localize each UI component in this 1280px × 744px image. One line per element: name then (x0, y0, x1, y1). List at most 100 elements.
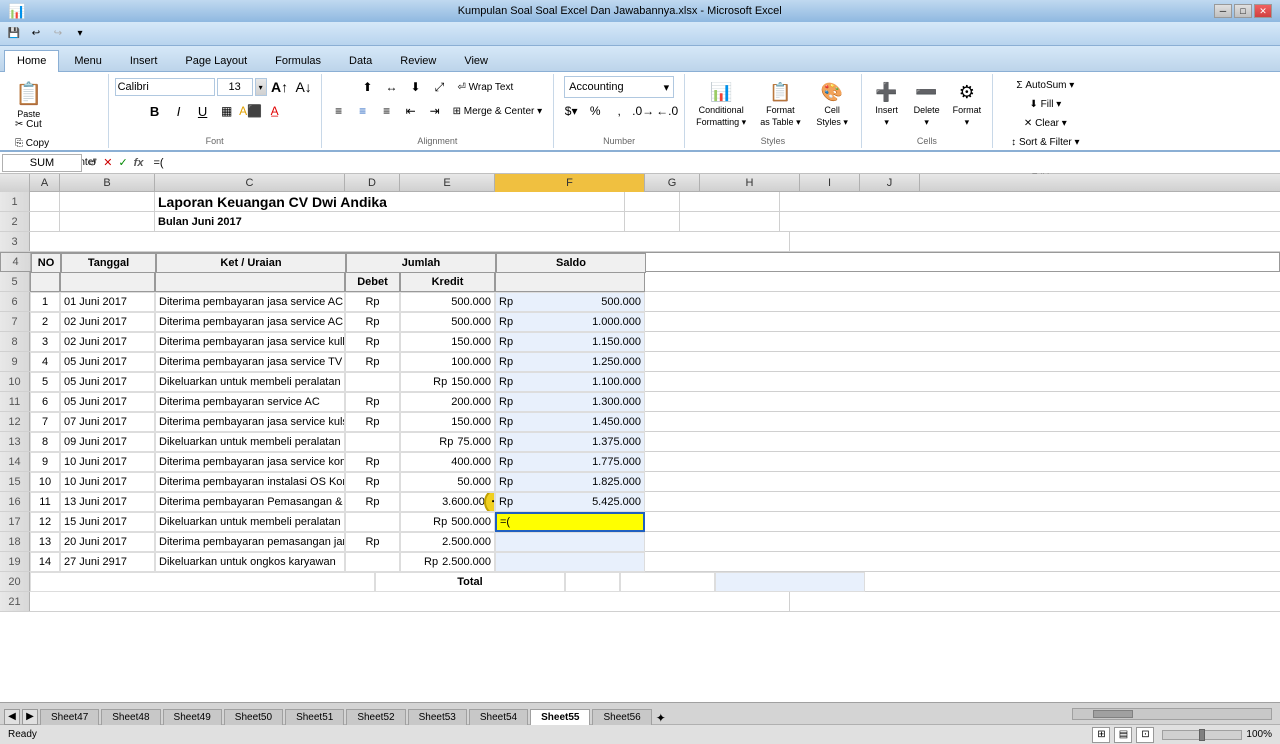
format-button[interactable]: ⚙ Format ▾ (948, 77, 987, 133)
cell-no[interactable]: 10 (30, 472, 60, 492)
cell-drp[interactable]: Rp (345, 412, 400, 432)
cell-debet[interactable]: 500.000 (400, 312, 495, 332)
cell-h1[interactable] (680, 192, 780, 212)
cell-saldo[interactable]: Rp1.450.000 (495, 412, 645, 432)
cell-drp[interactable] (345, 552, 400, 572)
h-scroll-thumb[interactable] (1093, 710, 1133, 718)
row-num[interactable]: 12 (0, 412, 30, 431)
cell-no[interactable]: 14 (30, 552, 60, 572)
cell-tanggal[interactable]: 07 Juni 2017 (60, 412, 155, 432)
cell-c5[interactable] (155, 272, 345, 292)
row-num[interactable]: 5 (0, 272, 30, 291)
cell-ket[interactable]: Dikeluarkan untuk membeli peralatan serv… (155, 432, 345, 452)
row-num[interactable]: 13 (0, 432, 30, 451)
cell-kredit[interactable]: Rp2.500.000 (400, 552, 495, 572)
cell-drp[interactable]: Rp (345, 292, 400, 312)
row-num[interactable]: 4 (1, 253, 31, 271)
merge-center-button[interactable]: ⊞ Merge & Center ▾ (448, 102, 548, 120)
restore-button[interactable]: □ (1234, 4, 1252, 18)
row-num[interactable]: 19 (0, 552, 30, 571)
tab-page-layout[interactable]: Page Layout (172, 50, 260, 71)
underline-button[interactable]: U (192, 100, 214, 122)
cell-total-e[interactable] (620, 572, 715, 592)
cell-tanggal[interactable]: 01 Juni 2017 (60, 292, 155, 312)
h-scroll-track[interactable] (1072, 708, 1272, 720)
cell-tanggal[interactable]: 02 Juni 2017 (60, 312, 155, 332)
scroll-tabs-left[interactable]: ◀ (4, 709, 20, 725)
cell-total-d[interactable] (565, 572, 620, 592)
cell-tanggal[interactable]: 15 Juni 2017 (60, 512, 155, 532)
comma-button[interactable]: , (608, 100, 630, 122)
scroll-tabs-right[interactable]: ▶ (22, 709, 38, 725)
row-num[interactable]: 1 (0, 192, 30, 211)
cell-b1[interactable] (60, 192, 155, 212)
cell-debet[interactable]: 2.500.000 (400, 532, 495, 552)
undo-button[interactable]: ↩ (26, 25, 46, 43)
row-num[interactable]: 15 (0, 472, 30, 491)
col-header-i[interactable]: I (800, 174, 860, 192)
quick-access-dropdown[interactable]: ▾ (70, 25, 90, 43)
page-layout-view-button[interactable]: ▤ (1114, 727, 1132, 743)
sort-filter-button[interactable]: ↕ Sort & Filter ▾ (1006, 133, 1084, 151)
close-button[interactable]: ✕ (1254, 4, 1272, 18)
cell-ket[interactable]: Diterima pembayaran instalasi OS Kompute… (155, 472, 345, 492)
col-header-d[interactable]: D (345, 174, 400, 192)
font-name-input[interactable] (115, 78, 215, 96)
sheet-tab-add[interactable]: ✦ (656, 711, 666, 725)
percent-button[interactable]: % (584, 100, 606, 122)
bold-button[interactable]: B (144, 100, 166, 122)
cell-g1[interactable] (625, 192, 680, 212)
sheet-tab-47[interactable]: Sheet47 (40, 709, 99, 725)
normal-view-button[interactable]: ⊞ (1092, 727, 1110, 743)
row-num[interactable]: 11 (0, 392, 30, 411)
cell-no[interactable]: 11 (30, 492, 60, 512)
cell-g2[interactable] (625, 212, 680, 232)
cell-no[interactable]: 8 (30, 432, 60, 452)
tab-home[interactable]: Home (4, 50, 59, 72)
cell-debet[interactable]: 100.000 (400, 352, 495, 372)
cell-saldo[interactable]: Rp1.000.000 (495, 312, 645, 332)
col-header-g[interactable]: G (645, 174, 700, 192)
sheet-tab-49[interactable]: Sheet49 (163, 709, 222, 725)
cell-ket[interactable]: Diterima pembayaran jasa service kulsas (155, 412, 345, 432)
cell-saldo-5[interactable] (495, 272, 645, 292)
cell-kredit[interactable]: Rp75.000 (400, 432, 495, 452)
autosum-button[interactable]: Σ AutoSum ▾ (1011, 76, 1079, 94)
page-break-view-button[interactable]: ⊡ (1136, 727, 1154, 743)
cell-saldo[interactable]: Rp1.300.000 (495, 392, 645, 412)
font-size-input[interactable] (217, 78, 253, 96)
sheet-tab-51[interactable]: Sheet51 (285, 709, 344, 725)
cell-tanggal[interactable]: 05 Juni 2017 (60, 372, 155, 392)
cell-debet[interactable]: 50.000 (400, 472, 495, 492)
cell-b2[interactable] (60, 212, 155, 232)
cell-saldo[interactable] (495, 532, 645, 552)
format-as-table-button[interactable]: 📋 Format as Table ▾ (755, 77, 805, 133)
cell-tanggal[interactable]: 10 Juni 2017 (60, 452, 155, 472)
cell-no[interactable]: 1 (30, 292, 60, 312)
row-num[interactable]: 9 (0, 352, 30, 371)
sheet-tab-52[interactable]: Sheet52 (346, 709, 405, 725)
tab-formulas[interactable]: Formulas (262, 50, 334, 71)
col-header-c[interactable]: C (155, 174, 345, 192)
col-header-b[interactable]: B (60, 174, 155, 192)
row-num[interactable]: 6 (0, 292, 30, 311)
cell-debet-header[interactable]: Debet (345, 272, 400, 292)
cell-debet[interactable]: 150.000 (400, 332, 495, 352)
cell-no[interactable]: 6 (30, 392, 60, 412)
cell-drp[interactable]: Rp (345, 472, 400, 492)
copy-button[interactable]: ⎘ Copy (10, 134, 54, 152)
wrap-text-button[interactable]: ⏎ Wrap Text (452, 78, 518, 96)
number-format-dropdown[interactable]: Accounting ▾ (564, 76, 674, 98)
cell-saldo[interactable]: Rp1.825.000 (495, 472, 645, 492)
redo-button[interactable]: ↪ (48, 25, 68, 43)
sheet-tab-54[interactable]: Sheet54 (469, 709, 528, 725)
cell-empty-3[interactable] (30, 232, 790, 252)
cell-ket[interactable]: Dikeluarkan untuk membeli peralatan serv… (155, 512, 345, 532)
cell-saldo[interactable]: Rp1.775.000 (495, 452, 645, 472)
cell-ket[interactable]: Diterima pembayaran jasa service kompute… (155, 452, 345, 472)
align-bottom-button[interactable]: ⬇ (404, 76, 426, 98)
formula-cancel-x-icon[interactable]: ✕ (101, 156, 114, 169)
zoom-thumb[interactable] (1199, 729, 1205, 741)
cell-ket[interactable]: Dikeluarkan untuk ongkos karyawan (155, 552, 345, 572)
sheet-tab-55[interactable]: Sheet55 (530, 709, 590, 725)
